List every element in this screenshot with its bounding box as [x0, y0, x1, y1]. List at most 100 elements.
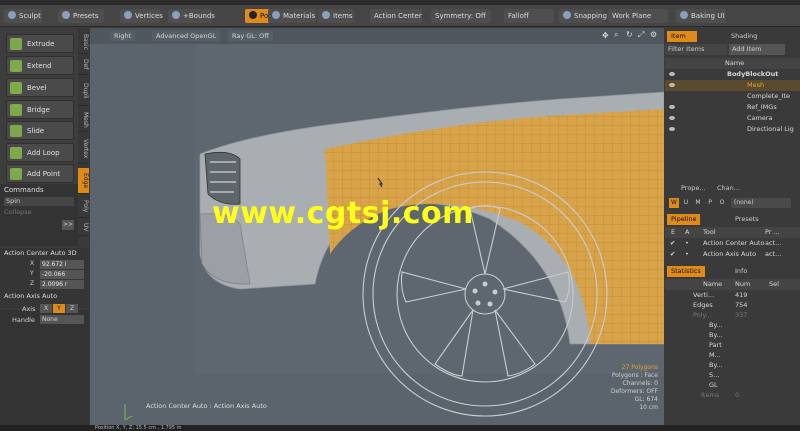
- bevel-icon: [10, 82, 22, 94]
- action-axis-title: Action Axis Auto: [4, 292, 58, 300]
- bridge-icon: [10, 104, 22, 116]
- gl-info: GL: 674: [634, 396, 658, 403]
- bevel-tool[interactable]: Bevel: [6, 78, 74, 97]
- settings-icon[interactable]: ⚙: [650, 30, 657, 39]
- more-button[interactable]: >>: [62, 220, 74, 230]
- eye-icon[interactable]: [669, 83, 675, 87]
- tab-def[interactable]: Def: [78, 55, 89, 75]
- maximize-icon[interactable]: ⤢: [638, 30, 644, 40]
- presets-button[interactable]: Presets: [58, 9, 104, 23]
- tab-presets[interactable]: Presets: [731, 214, 763, 225]
- tab-pipeline[interactable]: Pipeline: [667, 214, 701, 225]
- extend-tool[interactable]: Extend: [6, 56, 74, 75]
- baking-icon: [680, 11, 688, 19]
- wumpo-u[interactable]: U: [681, 198, 691, 208]
- pipeline-row[interactable]: ✔ • Action Center Auto act...: [665, 238, 800, 249]
- action-center-dropdown[interactable]: Action Center: [370, 9, 422, 23]
- raygl-dropdown[interactable]: Ray GL: Off: [228, 31, 273, 41]
- tab-mesh[interactable]: Mesh: [78, 108, 89, 132]
- tab-channels[interactable]: Chan...: [713, 183, 744, 194]
- car-mesh-scene: [90, 44, 664, 425]
- wumpo-w[interactable]: W: [669, 198, 679, 208]
- snapping-icon: [563, 11, 571, 19]
- add-loop-tool[interactable]: Add Loop: [6, 143, 74, 162]
- filter-items[interactable]: Filter Items: [665, 44, 727, 55]
- items-icon: [322, 11, 330, 19]
- tab-properties[interactable]: Prope...: [677, 183, 710, 194]
- shading-dropdown[interactable]: Advanced OpenGL: [152, 31, 221, 41]
- y-field[interactable]: -20.066: [40, 270, 84, 279]
- eye-icon[interactable]: [669, 72, 675, 76]
- eye-icon[interactable]: [669, 127, 675, 131]
- bridge-tool[interactable]: Bridge: [6, 100, 74, 119]
- action-center-title: Action Center Auto 3D: [4, 249, 77, 257]
- bounds-icon: [172, 11, 180, 19]
- view-dropdown[interactable]: Right: [110, 31, 136, 41]
- work-plane-dropdown[interactable]: Work Plane: [608, 9, 668, 23]
- polygon-count: 27 Polygons: [621, 364, 658, 371]
- vertices-icon: [124, 11, 132, 19]
- wumpo-p[interactable]: P: [705, 198, 715, 208]
- add-item-button[interactable]: Add Item: [729, 44, 785, 55]
- tab-basic[interactable]: Basic: [78, 30, 89, 54]
- sculpt-button[interactable]: Sculpt: [4, 9, 42, 23]
- add-loop-icon: [10, 147, 22, 159]
- extend-icon: [10, 60, 22, 72]
- x-label: X: [30, 260, 35, 267]
- item-row[interactable]: Complete_Ite: [665, 91, 800, 102]
- tab-shading[interactable]: Shading: [727, 31, 761, 42]
- stat-row[interactable]: Items 0: [665, 390, 800, 401]
- baking-ui-button[interactable]: Baking UI: [676, 9, 726, 23]
- z-field[interactable]: 2.0096 r: [40, 280, 84, 289]
- move-view-icon[interactable]: ✥: [602, 31, 609, 40]
- tab-statistics[interactable]: Statistics: [667, 266, 705, 277]
- add-point-tool[interactable]: Add Point: [6, 164, 74, 183]
- item-row[interactable]: BodyBlockOut: [665, 69, 800, 80]
- tab-edge[interactable]: Edge: [78, 168, 89, 194]
- rotate-view-icon[interactable]: ↻: [626, 30, 633, 39]
- check-icon[interactable]: ✔: [670, 249, 675, 260]
- vertices-button[interactable]: Vertices: [120, 9, 163, 23]
- wumpo-o[interactable]: O: [717, 198, 727, 208]
- items-button[interactable]: Items: [318, 9, 354, 23]
- tab-info[interactable]: Info: [731, 266, 751, 277]
- item-row[interactable]: Mesh: [665, 80, 800, 91]
- tab-dupli[interactable]: Dupli: [78, 76, 89, 106]
- axis-x-button[interactable]: X: [40, 304, 52, 313]
- right-panel: Item ... Shading Filter Items Add Item N…: [665, 28, 800, 425]
- materials-icon: [272, 11, 280, 19]
- spin-command[interactable]: Spin: [4, 197, 74, 206]
- axis-z-button[interactable]: Z: [66, 304, 78, 313]
- item-row[interactable]: Directional Lig: [665, 124, 800, 135]
- tab-uv[interactable]: UV: [78, 220, 89, 236]
- check-icon[interactable]: ✔: [670, 238, 675, 249]
- layer-dropdown[interactable]: (none): [731, 198, 791, 208]
- tab-vertex[interactable]: Vertex: [78, 134, 89, 164]
- bounds-button[interactable]: +Bounds: [168, 9, 215, 23]
- falloff-dropdown[interactable]: Falloff: [504, 9, 554, 23]
- zoom-icon[interactable]: ⌕: [614, 30, 618, 40]
- tab-item-list[interactable]: Item ...: [667, 31, 697, 51]
- slide-tool[interactable]: Slide: [6, 121, 74, 140]
- 3d-viewport[interactable]: Right Advanced OpenGL Ray GL: Off ✥ ⌕ ↻ …: [90, 28, 664, 425]
- tab-poly[interactable]: Poly: [78, 196, 89, 218]
- viewport-header: Right Advanced OpenGL Ray GL: Off ✥ ⌕ ↻ …: [90, 28, 664, 44]
- axis-y-button[interactable]: Y: [53, 304, 65, 313]
- eye-icon[interactable]: [669, 105, 675, 109]
- materials-button[interactable]: Materials: [268, 9, 316, 23]
- extrude-tool[interactable]: Extrude: [6, 34, 74, 53]
- symmetry-dropdown[interactable]: Symmetry: Off: [431, 9, 491, 23]
- item-row[interactable]: Ref_IMGs: [665, 102, 800, 113]
- channels-info: Channels: 0: [622, 380, 658, 387]
- collapse-command[interactable]: Collapse: [4, 208, 32, 216]
- deformers-info: Deformers: OFF: [610, 388, 658, 395]
- eye-icon[interactable]: [669, 116, 675, 120]
- handle-label: Handle: [12, 316, 35, 324]
- snapping-button[interactable]: Snapping: [559, 9, 607, 23]
- x-field[interactable]: 92.672 i: [40, 260, 84, 269]
- handle-dropdown[interactable]: None: [40, 315, 84, 324]
- wumpo-m[interactable]: M: [693, 198, 703, 208]
- presets-icon: [62, 11, 70, 19]
- pipeline-row[interactable]: ✔ • Action Axis Auto act...: [665, 249, 800, 260]
- item-row[interactable]: Camera: [665, 113, 800, 124]
